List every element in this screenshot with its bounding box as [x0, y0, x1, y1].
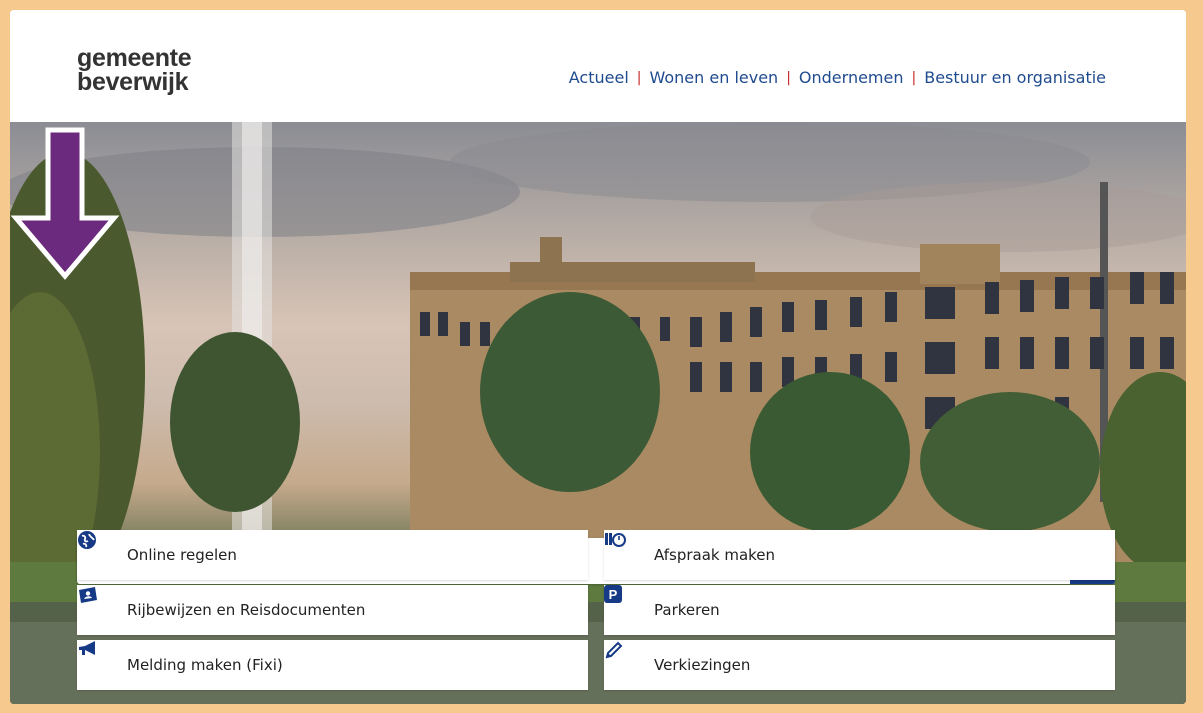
- tile-label: Afspraak maken: [654, 546, 776, 564]
- site-header: gemeente beverwijk Actueel | Wonen en le…: [10, 10, 1186, 122]
- tile-label: Verkiezingen: [654, 656, 751, 674]
- globe-icon: [78, 531, 112, 567]
- main-nav: Actueel | Wonen en leven | Ondernemen | …: [569, 68, 1106, 87]
- site-logo[interactable]: gemeente beverwijk: [77, 44, 192, 96]
- tile-afspraak-maken[interactable]: Afspraak maken: [604, 530, 1115, 580]
- logo-line-1: gemeente: [77, 44, 192, 72]
- hero-image: Online regelen Afspraak maken Rijbewijze…: [10, 122, 1186, 704]
- megaphone-icon: [79, 641, 112, 677]
- tile-label: Parkeren: [654, 601, 720, 619]
- nav-separator: |: [911, 69, 917, 86]
- nav-item-actueel[interactable]: Actueel: [569, 68, 629, 87]
- id-card-icon: [79, 587, 112, 622]
- parking-icon: P: [604, 585, 639, 622]
- nav-item-ondernemen[interactable]: Ondernemen: [799, 68, 904, 87]
- pencil-icon: [605, 641, 639, 677]
- svg-text:P: P: [609, 587, 618, 602]
- tile-melding-maken[interactable]: Melding maken (Fixi): [77, 640, 588, 690]
- nav-item-wonen-en-leven[interactable]: Wonen en leven: [649, 68, 778, 87]
- tile-label: Melding maken (Fixi): [127, 656, 283, 674]
- nav-separator: |: [636, 69, 642, 86]
- tile-parkeren[interactable]: P Parkeren: [604, 585, 1115, 635]
- page-frame: gemeente beverwijk Actueel | Wonen en le…: [10, 10, 1186, 704]
- annotation-arrow: [10, 127, 120, 280]
- tile-label: Online regelen: [127, 546, 237, 564]
- calendar-clock-icon: [605, 533, 639, 567]
- logo-line-2: beverwijk: [77, 68, 189, 96]
- nav-item-bestuur-en-organisatie[interactable]: Bestuur en organisatie: [924, 68, 1106, 87]
- nav-separator: |: [786, 69, 791, 86]
- tile-label: Rijbewijzen en Reisdocumenten: [127, 601, 366, 619]
- tile-verkiezingen[interactable]: Verkiezingen: [604, 640, 1115, 690]
- tile-online-regelen[interactable]: Online regelen: [77, 530, 588, 580]
- tile-rijbewijzen[interactable]: Rijbewijzen en Reisdocumenten: [77, 585, 588, 635]
